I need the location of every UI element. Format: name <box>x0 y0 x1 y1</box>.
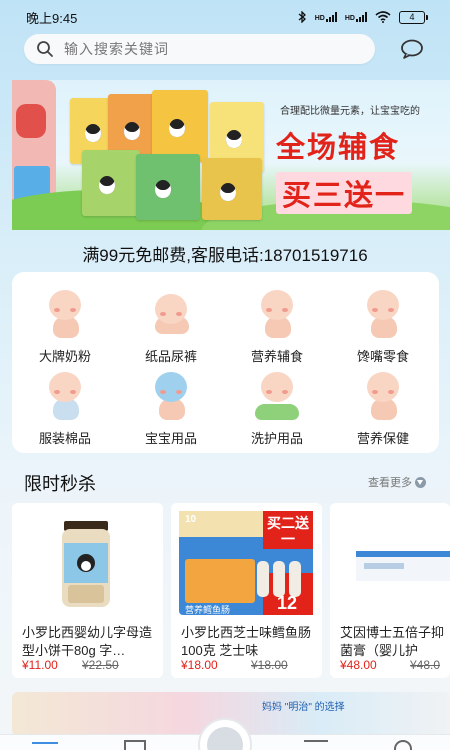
home-icon[interactable] <box>32 742 58 750</box>
category-label: 营养辅食 <box>250 349 303 364</box>
product-price: ¥11.00 <box>22 658 58 672</box>
product-card[interactable]: 小罗比西婴幼儿字母造型小饼干80g 字… ¥11.00 ¥22.50 <box>12 503 163 678</box>
product-card[interactable]: 10 买二送一 营养鳕鱼肠 12 小罗比西芝士味鳕鱼肠100克 芝士味 ¥18.… <box>171 503 322 678</box>
promo-badge: 买二送一 <box>267 515 309 547</box>
status-time: 晚上9:45 <box>26 10 78 26</box>
battery-level: 4 <box>399 10 425 24</box>
category-item[interactable]: 馋嘴零食 <box>330 288 436 370</box>
product-package <box>82 150 140 216</box>
baby-health-icon <box>357 370 409 422</box>
product-price: ¥48.00 <box>340 658 377 672</box>
category-label: 馋嘴零食 <box>356 349 409 364</box>
baby-food-icon <box>251 288 303 340</box>
promo-top-number: 10 <box>185 514 197 525</box>
product-name: 小罗比西芝士味鳕鱼肠100克 芝士味 <box>181 625 312 658</box>
banner-tagline: 合理配比微量元素，让宝宝吃的 <box>280 106 420 117</box>
category-label: 营养保健 <box>356 431 409 446</box>
flash-sale-title: 限时秒杀 <box>24 474 96 494</box>
cart-icon[interactable] <box>304 740 328 750</box>
product-package <box>136 154 200 220</box>
search-placeholder: 输入搜索关键词 <box>64 41 169 57</box>
category-label: 纸品尿裤 <box>144 349 197 364</box>
status-bar: 晚上9:45 HD HD 4 <box>0 0 450 34</box>
product-old-price: ¥48.0 <box>410 658 441 672</box>
product-old-price: ¥22.50 <box>82 658 119 672</box>
promo-banner[interactable]: 合理配比微量元素，让宝宝吃的 全场辅食 买三送一 <box>12 80 450 230</box>
product-card[interactable]: 艾因博士五倍子抑菌膏（婴儿护 ¥48.00 ¥48.0 <box>330 503 450 678</box>
chevron-down-icon <box>415 476 426 488</box>
product-package <box>152 90 208 162</box>
baby-milk-icon <box>39 288 91 340</box>
signal-2-icon: HD <box>345 12 367 22</box>
product-old-price: ¥18.00 <box>251 658 288 672</box>
product-name: 艾因博士五倍子抑菌膏（婴儿护 <box>340 625 445 658</box>
status-icons: HD HD 4 <box>298 10 428 24</box>
category-item[interactable]: 大牌奶粉 <box>12 288 118 370</box>
category-label: 大牌奶粉 <box>38 349 91 364</box>
chat-bubble-icon[interactable] <box>398 37 426 61</box>
product-name: 小罗比西婴幼儿字母造型小饼干80g 字… <box>22 625 153 658</box>
baby-clothes-icon <box>39 370 91 422</box>
baby-diaper-icon <box>145 288 197 340</box>
category-item[interactable]: 营养辅食 <box>224 288 330 370</box>
battery-icon: 4 <box>399 10 428 24</box>
baby-supplies-icon <box>145 370 197 422</box>
category-item[interactable]: 服装棉品 <box>12 370 118 452</box>
search-icon <box>37 41 53 57</box>
product-package <box>202 158 262 220</box>
view-more-link[interactable]: 查看更多 <box>368 474 426 490</box>
banner-subtitle: 买三送一 <box>276 172 413 214</box>
category-grid: 大牌奶粉 纸品尿裤 营养辅食 馋嘴零食 服装棉品 宝宝用品 洗护用品 营养保健 <box>12 272 439 453</box>
view-more-label: 查看更多 <box>368 477 412 489</box>
category-label: 服装棉品 <box>38 431 91 446</box>
shipping-notice: 满99元免邮费,客服电话:18701519716 <box>82 246 368 265</box>
category-item[interactable]: 宝宝用品 <box>118 370 224 452</box>
signal-1-icon: HD <box>315 12 337 22</box>
category-label: 洗护用品 <box>250 431 303 446</box>
network-type-2: HD <box>344 15 355 22</box>
promo-caption: 营养鳕鱼肠 <box>185 605 231 615</box>
category-item[interactable]: 纸品尿裤 <box>118 288 224 370</box>
bluetooth-icon <box>298 11 306 23</box>
baby-snack-icon <box>357 288 409 340</box>
baby-bath-icon <box>251 370 303 422</box>
category-item[interactable]: 洗护用品 <box>224 370 330 452</box>
wifi-icon <box>375 11 391 23</box>
bottom-banner-text: 妈妈 "明治" 的选择 <box>262 702 345 713</box>
category-label: 宝宝用品 <box>144 431 197 446</box>
category-grid-icon[interactable] <box>124 740 146 750</box>
search-input[interactable]: 输入搜索关键词 <box>24 34 375 64</box>
promo-number: 12 <box>277 593 298 613</box>
product-image <box>330 503 450 619</box>
product-image <box>12 503 163 619</box>
product-price: ¥18.00 <box>181 658 218 672</box>
category-item[interactable]: 营养保健 <box>330 370 436 452</box>
network-type-1: HD <box>314 15 325 22</box>
banner-title: 全场辅食 <box>276 132 401 164</box>
